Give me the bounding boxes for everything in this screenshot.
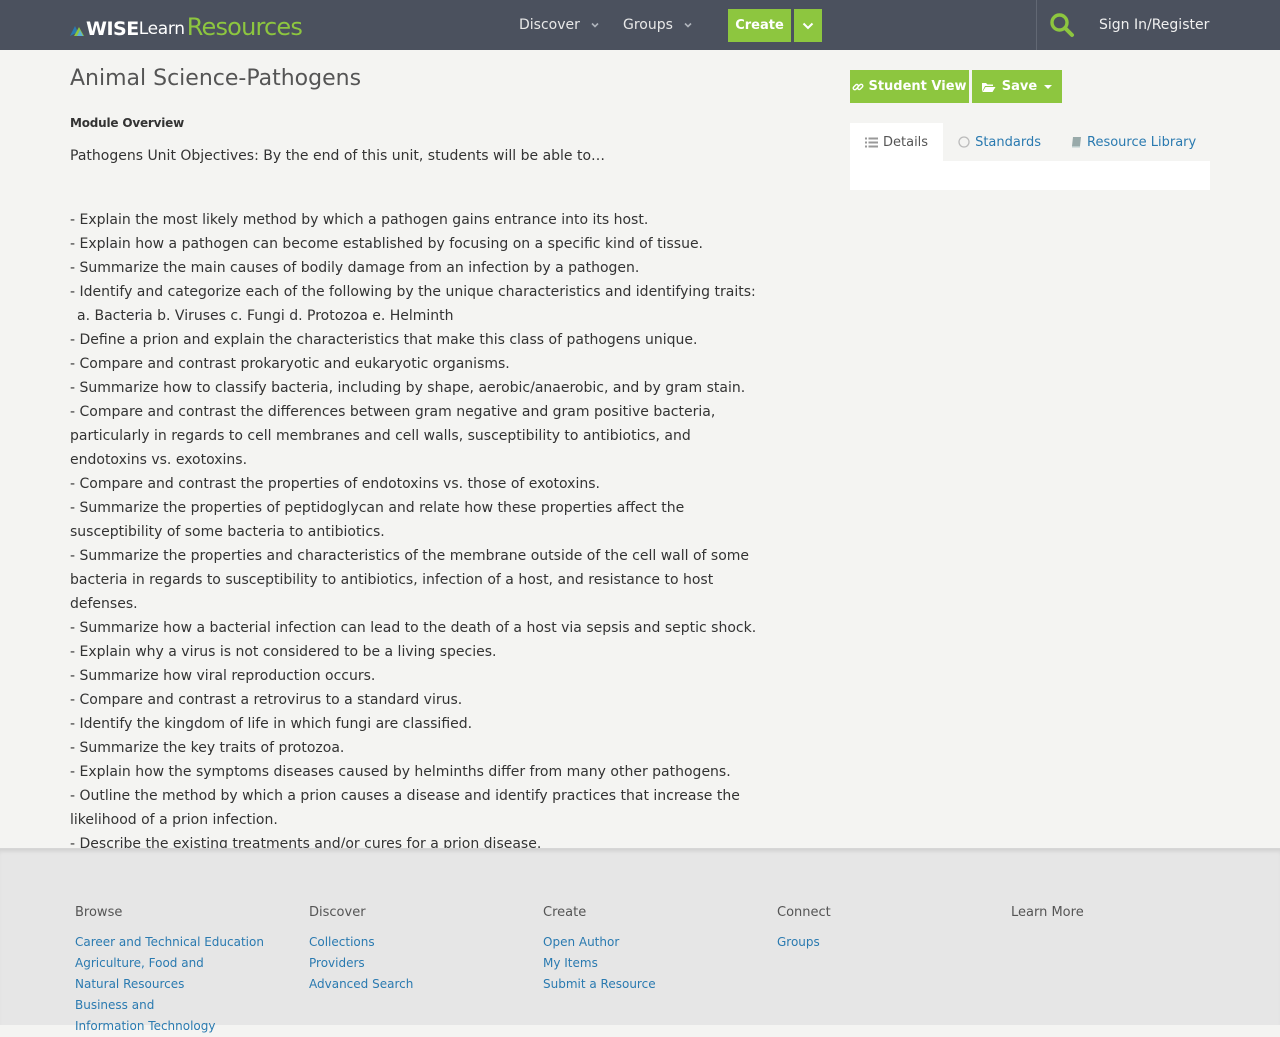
footer-column-connect: Connect Groups <box>777 905 977 953</box>
objective-item: - Explain why a virus is not considered … <box>70 644 497 660</box>
site-logo[interactable]: WISE Learn Resources <box>70 10 303 41</box>
objective-item: - Summarize how a bacterial infection ca… <box>70 620 757 636</box>
objective-item: - Compare and contrast the properties of… <box>70 476 600 492</box>
objectives-list: - Explain the most likely method by whic… <box>70 208 770 856</box>
objective-item: - Explain the most likely method by whic… <box>70 212 649 228</box>
footer-link[interactable]: Advanced Search <box>309 974 509 995</box>
objective-item: a. Bacteria b. Viruses c. Fungi d. Proto… <box>77 308 454 324</box>
list-icon <box>865 137 878 147</box>
book-icon <box>1072 137 1081 148</box>
create-dropdown-toggle[interactable] <box>794 9 822 42</box>
footer-link[interactable]: Collections <box>309 932 509 953</box>
sign-in-register-link[interactable]: Sign In/Register <box>1099 0 1209 50</box>
objective-item: - Summarize how viral reproduction occur… <box>70 668 376 684</box>
objective-item: - Outline the method by which a prion ca… <box>70 788 740 828</box>
chevron-down-icon <box>684 22 692 28</box>
save-button[interactable]: Save <box>972 70 1062 103</box>
footer-heading: Connect <box>777 905 831 920</box>
objective-item: - Explain how a pathogen can become esta… <box>70 236 704 252</box>
objective-item: - Summarize how to classify bacteria, in… <box>70 380 746 396</box>
student-view-label: Student View <box>868 79 967 94</box>
footer-link[interactable]: Providers <box>309 953 509 974</box>
tab-resource-library[interactable]: Resource Library <box>1056 123 1211 161</box>
tab-standards-label: Standards <box>975 134 1041 150</box>
objective-item: - Define a prion and explain the charact… <box>70 332 698 348</box>
nav-discover-label: Discover <box>519 17 580 33</box>
footer-heading: Browse <box>75 905 123 920</box>
footer-column-learn-more: Learn More <box>1011 905 1211 932</box>
nav-groups[interactable]: Groups <box>623 0 693 50</box>
create-button[interactable]: Create <box>728 9 791 42</box>
logo-resources: Resources <box>186 13 303 41</box>
objective-item: - Compare and contrast a retrovirus to a… <box>70 692 463 708</box>
link-icon <box>852 83 864 90</box>
objective-item: - Compare and contrast the differences b… <box>70 404 716 468</box>
tab-resource-library-label: Resource Library <box>1087 134 1197 150</box>
nav-discover[interactable]: Discover <box>519 0 600 50</box>
caret-down-icon <box>1044 84 1053 89</box>
student-view-button[interactable]: Student View <box>850 70 969 103</box>
footer-column-create: Create Open Author My Items Submit a Res… <box>543 905 743 995</box>
module-overview-heading: Module Overview <box>70 116 184 130</box>
objective-item: - Explain how the symptoms diseases caus… <box>70 764 731 780</box>
circle-icon <box>958 136 970 148</box>
site-footer: Browse Career and Technical Education Ag… <box>0 848 1280 1033</box>
save-label: Save <box>1001 79 1038 94</box>
tab-panel <box>850 161 1210 190</box>
chevron-down-icon <box>591 22 599 28</box>
footer-link[interactable]: Agriculture, Food and Natural Resources <box>75 953 245 995</box>
tab-details-label: Details <box>883 134 929 150</box>
footer-link[interactable]: Groups <box>777 932 977 953</box>
footer-link[interactable]: Career and Technical Education <box>75 932 275 953</box>
folder-open-icon <box>981 82 996 92</box>
header-divider <box>1036 0 1037 50</box>
footer-heading: Create <box>543 905 587 920</box>
logo-wise: WISE <box>86 18 139 40</box>
logo-mark-icon <box>70 22 84 36</box>
footer-link[interactable]: Business and Information Technology <box>75 995 225 1037</box>
objective-item: - Identify the kingdom of life in which … <box>70 716 473 732</box>
chevron-down-icon <box>802 22 814 29</box>
objective-item: - Summarize the properties of peptidogly… <box>70 500 685 540</box>
page-title: Animal Science-Pathogens <box>70 66 362 91</box>
footer-heading: Discover <box>309 905 366 920</box>
footer-column-discover: Discover Collections Providers Advanced … <box>309 905 509 995</box>
nav-groups-label: Groups <box>623 17 673 33</box>
details-tabs: Details Standards Resource Library <box>850 123 1211 161</box>
footer-link[interactable]: Open Author <box>543 932 743 953</box>
objectives-intro: Pathogens Unit Objectives: By the end of… <box>70 148 606 164</box>
footer-link[interactable]: Submit a Resource <box>543 974 743 995</box>
logo-learn: Learn <box>138 19 185 39</box>
footer-column-browse: Browse Career and Technical Education Ag… <box>75 905 275 1037</box>
objective-item: - Summarize the key traits of protozoa. <box>70 740 345 756</box>
objective-item: - Summarize the properties and character… <box>70 548 750 612</box>
footer-heading: Learn More <box>1011 905 1084 920</box>
top-navbar: WISE Learn Resources Discover Groups Cre… <box>0 0 1280 50</box>
tab-standards[interactable]: Standards <box>943 123 1056 161</box>
objective-item: - Compare and contrast prokaryotic and e… <box>70 356 510 372</box>
footer-link[interactable]: My Items <box>543 953 743 974</box>
objective-item: - Identify and categorize each of the fo… <box>70 284 756 300</box>
objective-item: - Summarize the main causes of bodily da… <box>70 260 640 276</box>
tab-details[interactable]: Details <box>850 123 944 161</box>
search-icon[interactable] <box>1049 12 1075 38</box>
